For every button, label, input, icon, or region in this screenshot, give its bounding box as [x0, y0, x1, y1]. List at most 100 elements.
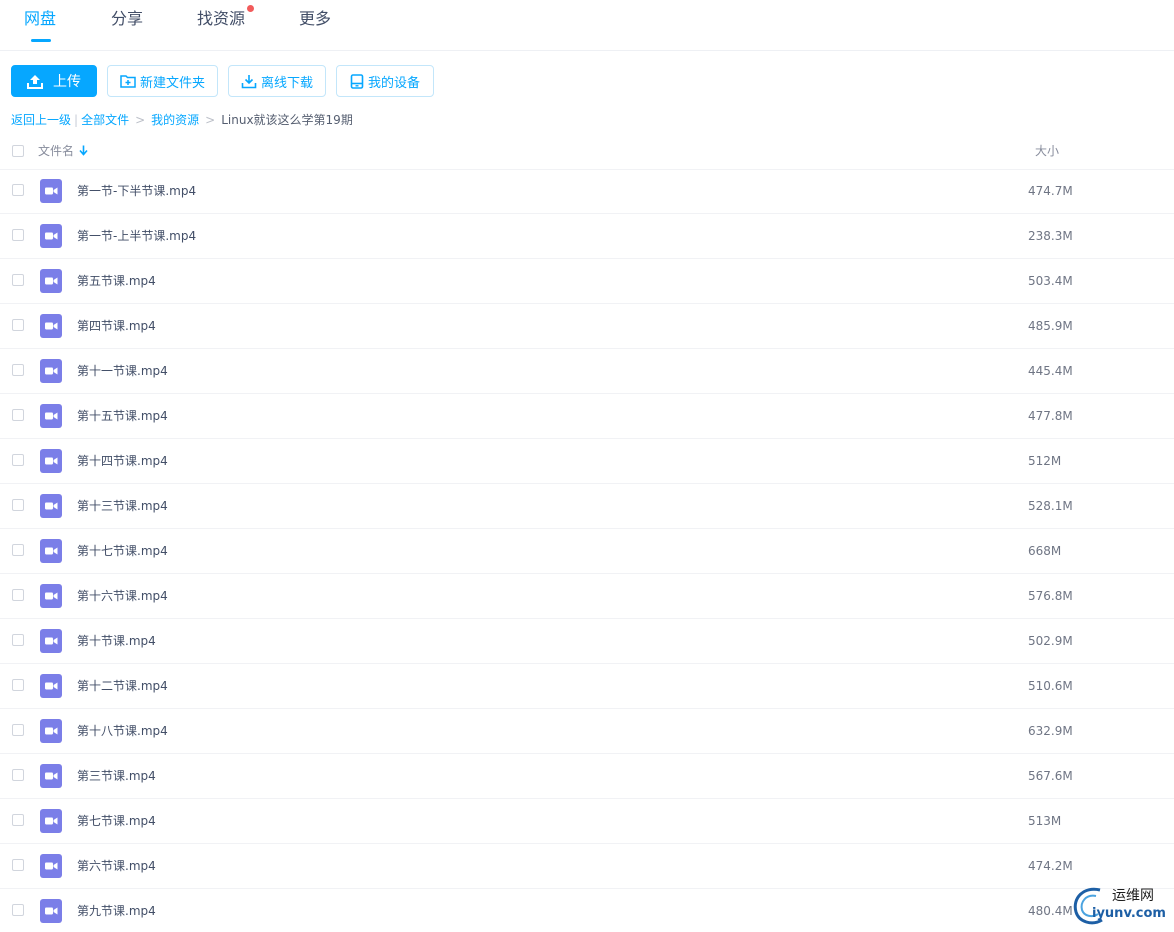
- file-row[interactable]: 第一节-下半节课.mp4 474.7M: [0, 169, 1174, 214]
- file-name[interactable]: 第一节-下半节课.mp4: [77, 182, 196, 200]
- file-row-checkbox[interactable]: [12, 499, 24, 511]
- file-name[interactable]: 第十二节课.mp4: [77, 677, 168, 695]
- file-size: 445.4M: [1028, 364, 1073, 378]
- site-watermark-logo: 运维网 iyunv.com: [1070, 884, 1174, 928]
- file-row[interactable]: 第六节课.mp4 474.2M: [0, 844, 1174, 889]
- video-file-icon: [40, 224, 62, 248]
- file-row[interactable]: 第十七节课.mp4 668M: [0, 529, 1174, 574]
- netdisk-page: 网盘 分享 找资源 更多 上传 新建文件夹 离线下载 我的设备 返回上一级 | …: [0, 0, 1174, 932]
- column-header-size[interactable]: 大小: [1035, 143, 1059, 159]
- file-row[interactable]: 第十四节课.mp4 512M: [0, 439, 1174, 484]
- video-file-icon: [40, 314, 62, 338]
- file-row-checkbox[interactable]: [12, 184, 24, 196]
- file-row[interactable]: 第十二节课.mp4 510.6M: [0, 664, 1174, 709]
- file-row[interactable]: 第十六节课.mp4 576.8M: [0, 574, 1174, 619]
- watermark-text-top: 运维网: [1112, 888, 1154, 904]
- file-row-checkbox[interactable]: [12, 319, 24, 331]
- file-row-checkbox[interactable]: [12, 274, 24, 286]
- file-row-checkbox[interactable]: [12, 544, 24, 556]
- file-row[interactable]: 第十三节课.mp4 528.1M: [0, 484, 1174, 529]
- video-file-icon: [40, 539, 62, 563]
- breadcrumb-pipe: |: [74, 113, 79, 127]
- video-file-icon: [40, 719, 62, 743]
- file-row[interactable]: 第十节课.mp4 502.9M: [0, 619, 1174, 664]
- offline-download-button[interactable]: 离线下载: [228, 65, 326, 97]
- file-size: 477.8M: [1028, 409, 1073, 423]
- file-row[interactable]: 第十五节课.mp4 477.8M: [0, 394, 1174, 439]
- tab-netdisk[interactable]: 网盘: [24, 8, 56, 32]
- file-row-checkbox[interactable]: [12, 364, 24, 376]
- file-size: 510.6M: [1028, 679, 1073, 693]
- file-name[interactable]: 第十一节课.mp4: [77, 362, 168, 380]
- folder-plus-icon: [120, 74, 136, 88]
- file-name[interactable]: 第五节课.mp4: [77, 272, 156, 290]
- file-row-checkbox[interactable]: [12, 724, 24, 736]
- video-file-icon: [40, 404, 62, 428]
- file-row[interactable]: 第三节课.mp4 567.6M: [0, 754, 1174, 799]
- video-file-icon: [40, 629, 62, 653]
- file-name[interactable]: 第十三节课.mp4: [77, 497, 168, 515]
- file-size: 502.9M: [1028, 634, 1073, 648]
- file-size: 238.3M: [1028, 229, 1073, 243]
- file-name[interactable]: 第一节-上半节课.mp4: [77, 227, 196, 245]
- file-name[interactable]: 第十七节课.mp4: [77, 542, 168, 560]
- new-folder-button[interactable]: 新建文件夹: [107, 65, 218, 97]
- upload-label: 上传: [53, 74, 81, 90]
- upload-button[interactable]: 上传: [11, 65, 97, 97]
- select-all-checkbox[interactable]: [12, 145, 24, 157]
- video-file-icon: [40, 854, 62, 878]
- file-name[interactable]: 第九节课.mp4: [77, 902, 156, 920]
- tab-find-resources[interactable]: 找资源: [197, 8, 245, 32]
- file-name[interactable]: 第十五节课.mp4: [77, 407, 168, 425]
- file-name[interactable]: 第四节课.mp4: [77, 317, 156, 335]
- file-row-checkbox[interactable]: [12, 409, 24, 421]
- file-row-checkbox[interactable]: [12, 904, 24, 916]
- file-size: 668M: [1028, 544, 1062, 558]
- file-name[interactable]: 第三节课.mp4: [77, 767, 156, 785]
- file-row-checkbox[interactable]: [12, 634, 24, 646]
- file-row[interactable]: 第五节课.mp4 503.4M: [0, 259, 1174, 304]
- file-row-checkbox[interactable]: [12, 859, 24, 871]
- my-devices-button[interactable]: 我的设备: [336, 65, 434, 97]
- file-row-checkbox[interactable]: [12, 229, 24, 241]
- breadcrumb-all-files-link[interactable]: 全部文件: [81, 111, 129, 129]
- arrow-down-icon[interactable]: [79, 145, 88, 156]
- file-row[interactable]: 第一节-上半节课.mp4 238.3M: [0, 214, 1174, 259]
- video-file-icon: [40, 584, 62, 608]
- file-size: 528.1M: [1028, 499, 1073, 513]
- file-row-checkbox[interactable]: [12, 454, 24, 466]
- file-row[interactable]: 第九节课.mp4 480.4M: [0, 889, 1174, 932]
- my-devices-label: 我的设备: [367, 75, 420, 91]
- file-name[interactable]: 第六节课.mp4: [77, 857, 156, 875]
- breadcrumb-back-link[interactable]: 返回上一级: [11, 111, 71, 129]
- file-name[interactable]: 第七节课.mp4: [77, 812, 156, 830]
- file-size: 503.4M: [1028, 274, 1073, 288]
- file-size: 480.4M: [1028, 904, 1073, 918]
- upload-icon: [27, 74, 43, 89]
- breadcrumb: 返回上一级 | 全部文件 > 我的资源 > Linux就该这么学第19期: [11, 111, 353, 129]
- breadcrumb-my-resources-link[interactable]: 我的资源: [151, 111, 199, 129]
- file-row-checkbox[interactable]: [12, 769, 24, 781]
- file-name[interactable]: 第十节课.mp4: [77, 632, 156, 650]
- new-folder-label: 新建文件夹: [139, 75, 205, 91]
- file-row[interactable]: 第七节课.mp4 513M: [0, 799, 1174, 844]
- file-name[interactable]: 第十八节课.mp4: [77, 722, 168, 740]
- file-row[interactable]: 第十一节课.mp4 445.4M: [0, 349, 1174, 394]
- file-row[interactable]: 第十八节课.mp4 632.9M: [0, 709, 1174, 754]
- file-size: 485.9M: [1028, 319, 1073, 333]
- file-row-checkbox[interactable]: [12, 679, 24, 691]
- file-name[interactable]: 第十六节课.mp4: [77, 587, 168, 605]
- file-row[interactable]: 第四节课.mp4 485.9M: [0, 304, 1174, 349]
- tab-more[interactable]: 更多: [299, 8, 331, 32]
- file-size: 632.9M: [1028, 724, 1073, 738]
- tab-share[interactable]: 分享: [111, 8, 143, 32]
- file-name[interactable]: 第十四节课.mp4: [77, 452, 168, 470]
- breadcrumb-arrow: >: [205, 113, 216, 127]
- column-header-name[interactable]: 文件名: [38, 143, 74, 159]
- file-size: 567.6M: [1028, 769, 1073, 783]
- top-nav: 网盘 分享 找资源 更多: [0, 0, 1174, 51]
- file-row-checkbox[interactable]: [12, 814, 24, 826]
- file-row-checkbox[interactable]: [12, 589, 24, 601]
- offline-download-label: 离线下载: [260, 75, 313, 91]
- video-file-icon: [40, 764, 62, 788]
